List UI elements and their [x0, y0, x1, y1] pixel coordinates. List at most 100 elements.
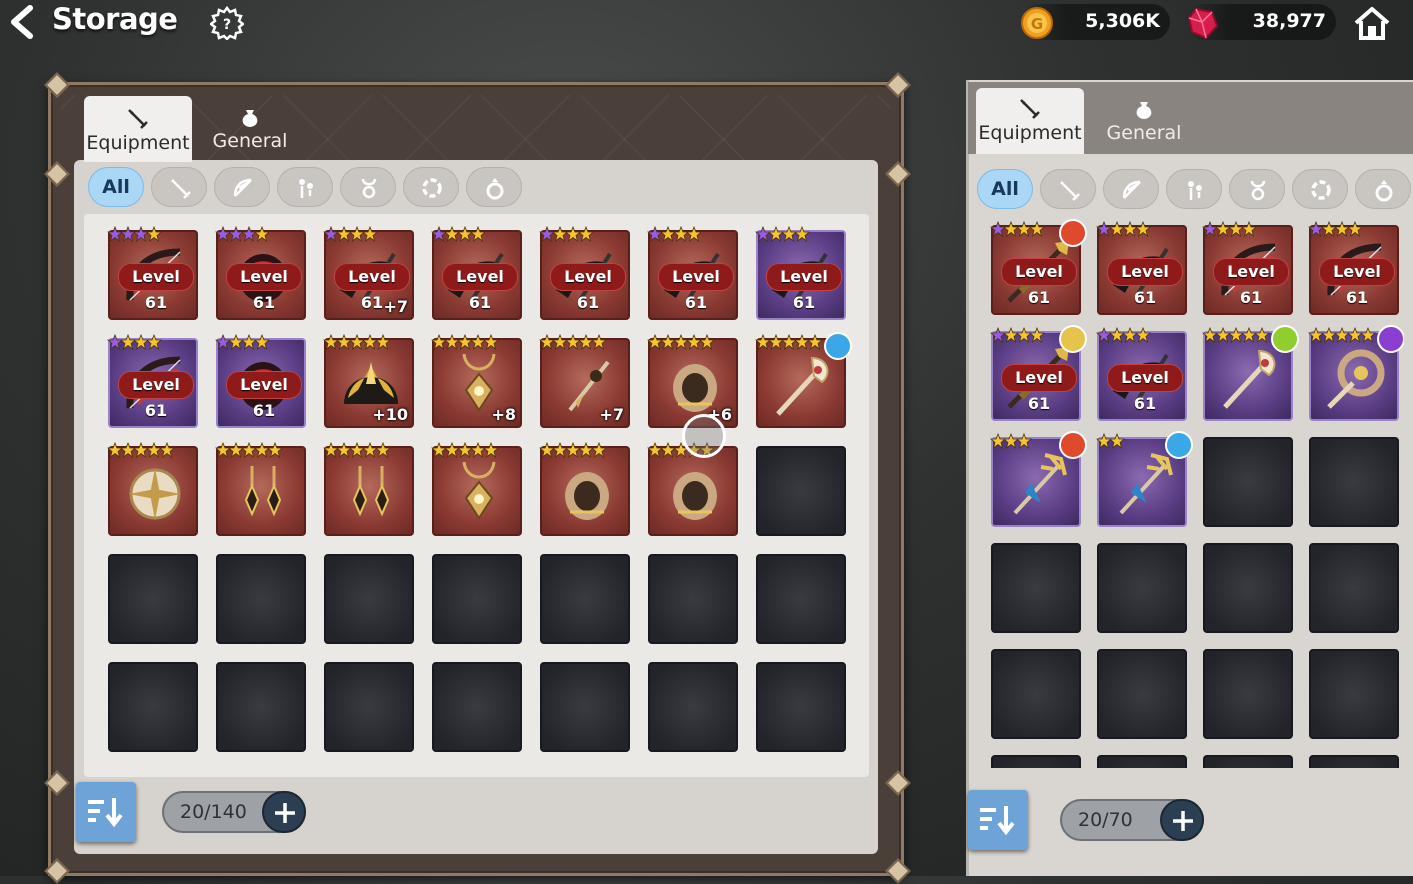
filter-bracelet[interactable]: [403, 167, 459, 207]
earring-icon: [1188, 181, 1202, 200]
item-slot[interactable]: Level 61: [1095, 220, 1187, 315]
item-slot[interactable]: +7: [538, 333, 630, 428]
item-slot[interactable]: Level 61: [538, 225, 630, 320]
item-slot[interactable]: +6: [646, 333, 738, 428]
item-slot[interactable]: +8: [430, 333, 522, 428]
water-element-icon: [824, 332, 852, 360]
item-slot[interactable]: [1095, 431, 1193, 527]
item-slot[interactable]: Level 61: [989, 325, 1087, 421]
sword-icon: [128, 109, 148, 129]
enhance-level: +7: [599, 405, 624, 424]
item-slot[interactable]: Level 61: [106, 225, 198, 320]
item-slot[interactable]: +10: [322, 333, 414, 428]
tab-label: General: [212, 130, 288, 152]
empty-slot: [216, 662, 306, 752]
star-rating: [322, 333, 392, 352]
tab-general[interactable]: General: [204, 104, 296, 160]
filter-earring[interactable]: [1166, 169, 1222, 209]
dark-element-icon: [1377, 325, 1404, 353]
empty-slot: [432, 554, 522, 644]
empty-slot: [991, 649, 1081, 739]
item-slot[interactable]: Level 61 +7: [322, 225, 414, 320]
item-slot[interactable]: [538, 441, 630, 536]
star-rating: [1307, 220, 1364, 239]
filter-all[interactable]: All: [88, 167, 144, 207]
star-icon: [1359, 326, 1377, 344]
item-slot[interactable]: [214, 441, 306, 536]
item-slot[interactable]: [430, 441, 522, 536]
star-rating: [106, 441, 176, 460]
level-badge: Level 61: [550, 263, 626, 312]
item-slot[interactable]: Level 61: [1307, 220, 1399, 315]
item-slot[interactable]: Level 61: [989, 219, 1087, 315]
star-rating: [754, 225, 811, 244]
star-icon: [698, 333, 716, 351]
tab-equipment[interactable]: Equipment: [84, 96, 192, 162]
star-rating: [430, 441, 500, 460]
empty-slot: [1309, 649, 1399, 739]
star-rating: [1307, 326, 1377, 345]
item-slot[interactable]: Level 61: [430, 225, 522, 320]
sort-button[interactable]: [76, 782, 136, 842]
trident-icon: [1119, 453, 1173, 515]
filter-all[interactable]: All: [977, 169, 1033, 209]
filter-weapon[interactable]: [151, 167, 207, 207]
enhance-level: +8: [491, 405, 516, 424]
light-element-icon: [1059, 325, 1087, 353]
item-slot[interactable]: [322, 441, 414, 536]
staff-icon: [1223, 349, 1276, 409]
bracelet-icon: [1311, 180, 1331, 200]
storage-capacity: 20/140: [162, 791, 306, 833]
filter-bracelet[interactable]: [1292, 169, 1348, 209]
item-slot[interactable]: [989, 431, 1087, 527]
item-slot[interactable]: Level 61: [1095, 326, 1187, 421]
filter-ring[interactable]: [466, 167, 522, 207]
level-badge: Level 61: [1001, 258, 1077, 307]
item-slot[interactable]: Level 61: [106, 333, 198, 428]
star-rating: [1095, 220, 1152, 239]
filter-bow[interactable]: [1103, 169, 1159, 209]
earring-icon: [299, 179, 313, 198]
item-slot[interactable]: [106, 441, 198, 536]
item-slot[interactable]: Level 61: [214, 225, 306, 320]
star-icon: [361, 225, 379, 243]
expand-capacity-button[interactable]: [1160, 799, 1204, 841]
empty-slot: [756, 662, 846, 752]
item-slot[interactable]: Level 61: [646, 225, 738, 320]
item-slot[interactable]: [1201, 325, 1299, 421]
water-element-icon: [1165, 431, 1193, 459]
level-badge: Level 61: [1001, 364, 1077, 413]
empty-slot: [216, 554, 306, 644]
item-slot[interactable]: [1307, 325, 1404, 421]
star-icon: [577, 225, 595, 243]
filter-amulet[interactable]: [340, 167, 396, 207]
star-icon: [793, 225, 811, 243]
amulet-icon: [361, 178, 377, 199]
filter-weapon[interactable]: [1040, 169, 1096, 209]
item-slot[interactable]: [646, 441, 738, 536]
home-icon[interactable]: [1352, 4, 1392, 42]
chevron-left-icon[interactable]: [6, 4, 40, 40]
tab-equipment[interactable]: Equipment: [976, 88, 1084, 154]
tab-general[interactable]: General: [1098, 96, 1190, 152]
enhance-level: +10: [372, 405, 408, 424]
ring-icon: [1375, 180, 1393, 202]
item-slot[interactable]: Level 61: [1201, 220, 1293, 315]
item-slot[interactable]: Level 61: [214, 333, 306, 428]
filter-amulet[interactable]: [1229, 169, 1285, 209]
star-icon: [253, 333, 271, 351]
expand-capacity-button[interactable]: [262, 791, 306, 833]
filter-ring[interactable]: [1355, 169, 1411, 209]
sort-button[interactable]: [968, 790, 1028, 850]
filter-bow[interactable]: [214, 167, 270, 207]
gear-question-icon[interactable]: ?: [208, 5, 246, 41]
ring-icon: [486, 178, 504, 200]
item-slot[interactable]: [754, 332, 852, 428]
filter-all-label: All: [991, 178, 1019, 200]
star-icon: [374, 441, 392, 459]
star-rating: [646, 225, 703, 244]
empty-slot: [324, 662, 414, 752]
item-slot[interactable]: Level 61: [754, 225, 846, 320]
star-rating: [989, 220, 1046, 239]
filter-earring[interactable]: [277, 167, 333, 207]
